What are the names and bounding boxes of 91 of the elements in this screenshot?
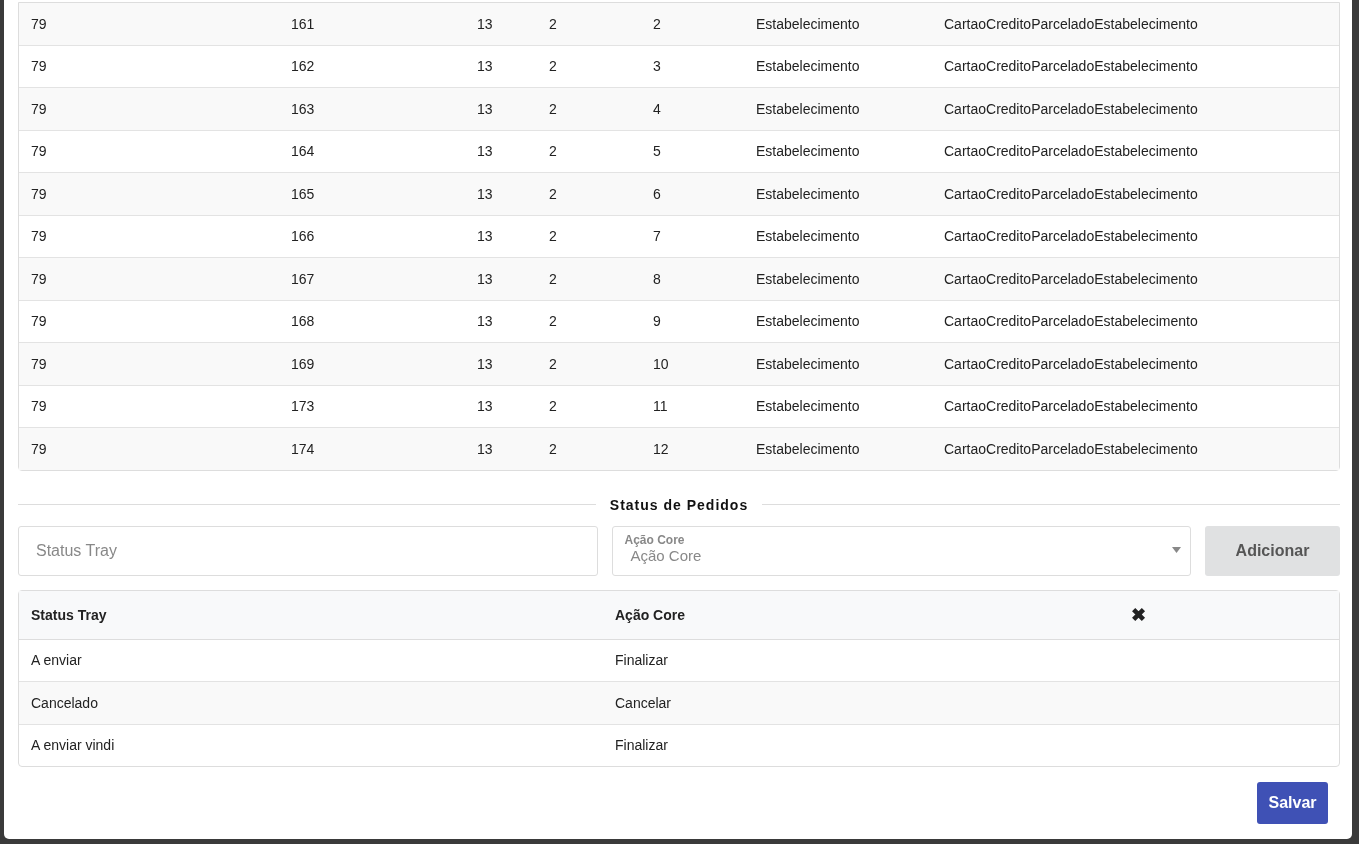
table-cell-text: 162 xyxy=(290,58,316,75)
table-cell-text: 165 xyxy=(290,185,316,202)
table-cell-text: Estabelecimento xyxy=(755,100,861,117)
table-cell-text: 79 xyxy=(30,100,48,117)
table-cell-text: 13 xyxy=(476,58,494,75)
caret-icon xyxy=(1172,546,1181,553)
column-header: Status Tray xyxy=(31,606,107,623)
table-cell-text: 169 xyxy=(290,355,316,372)
table-cell-text: 168 xyxy=(290,313,316,330)
table-cell-text: 2 xyxy=(548,270,558,287)
column-header: Ação Core xyxy=(615,606,686,623)
table-cell-text: 13 xyxy=(476,440,494,457)
table-cell-text: CartaoCreditoParceladoEstabelecimento xyxy=(943,185,1199,202)
action-select-field[interactable]: Ação Core Ação Core xyxy=(611,525,1191,576)
table-cell-text: 2 xyxy=(548,100,558,117)
table-cell-text: Cancelado xyxy=(30,694,98,711)
table-cell-text: 13 xyxy=(476,143,494,160)
table-cell-text: 164 xyxy=(290,143,316,160)
table-cell-text: CartaoCreditoParceladoEstabelecimento xyxy=(943,313,1199,330)
table-cell-text: 10 xyxy=(652,355,670,372)
table-cell-text: 12 xyxy=(652,440,670,457)
table-cell-text: 2 xyxy=(548,398,558,415)
table-cell-text: 161 xyxy=(290,15,316,32)
table-cell-text: Estabelecimento xyxy=(755,143,861,160)
table-cell-text: 79 xyxy=(30,355,48,372)
table-cell-text: 8 xyxy=(652,270,662,287)
table-cell-text: CartaoCreditoParceladoEstabelecimento xyxy=(943,355,1199,372)
table-cell-text: 13 xyxy=(476,15,494,32)
table-cell-text: 13 xyxy=(476,398,494,415)
table-cell-text: 11 xyxy=(652,398,669,415)
table-cell-text: 2 xyxy=(548,185,558,202)
table-cell-text: 2 xyxy=(548,440,558,457)
table-cell-text: 166 xyxy=(290,228,316,245)
table-cell-text: Estabelecimento xyxy=(755,15,861,32)
table-cell-text: 2 xyxy=(548,228,558,245)
table-cell-text: 79 xyxy=(30,270,48,287)
table-cell-text: 3 xyxy=(652,58,662,75)
table-cell-text: Estabelecimento xyxy=(755,355,861,372)
table-cell-text: 2 xyxy=(652,15,662,32)
table-cell-text: 13 xyxy=(476,355,494,372)
table-cell-text: 79 xyxy=(30,58,48,75)
table-cell-text: CartaoCreditoParceladoEstabelecimento xyxy=(943,100,1199,117)
table-cell-text: 13 xyxy=(476,100,494,117)
table-cell-text: CartaoCreditoParceladoEstabelecimento xyxy=(943,440,1199,457)
table-cell-text: 167 xyxy=(290,270,316,287)
table-cell-text: Estabelecimento xyxy=(755,228,861,245)
table-cell-text: 2 xyxy=(548,143,558,160)
table-cell-text: 79 xyxy=(30,15,48,32)
table-cell-text: 13 xyxy=(476,185,494,202)
table-cell-text: 173 xyxy=(290,398,316,415)
table-cell-text: 79 xyxy=(30,398,48,415)
status-input-field[interactable]: Status Tray xyxy=(18,525,598,576)
table-cell-text: Estabelecimento xyxy=(755,313,861,330)
table-cell-text: Estabelecimento xyxy=(755,58,861,75)
table-cell-text: 79 xyxy=(30,313,48,330)
table-cell-text: Finalizar xyxy=(614,652,668,669)
table-cell-text: 79 xyxy=(30,440,48,457)
table-cell-text: A enviar vindi xyxy=(30,737,115,754)
table-cell-text: 4 xyxy=(652,100,662,117)
table-cell-text: CartaoCreditoParceladoEstabelecimento xyxy=(943,398,1199,415)
table-cell-text: 174 xyxy=(290,440,316,457)
table-cell-text: 2 xyxy=(548,15,558,32)
delete-column-header: ✖ xyxy=(1131,603,1146,626)
table-cell-text: 13 xyxy=(476,313,494,330)
table-cell-text: Estabelecimento xyxy=(755,270,861,287)
table-cell-text: 9 xyxy=(652,313,662,330)
table-cell-text: CartaoCreditoParceladoEstabelecimento xyxy=(943,58,1199,75)
table-cell-text: CartaoCreditoParceladoEstabelecimento xyxy=(943,228,1199,245)
table-cell-text: 79 xyxy=(30,143,48,160)
table-cell-text: Estabelecimento xyxy=(755,185,861,202)
table-cell-text: 13 xyxy=(476,228,494,245)
table-cell-text: 79 xyxy=(30,185,48,202)
save-button[interactable]: Salvar xyxy=(1257,782,1328,824)
table-cell-text: 2 xyxy=(548,58,558,75)
table-cell-text: 13 xyxy=(476,270,494,287)
table-cell-text: Cancelar xyxy=(614,694,672,711)
table-cell-text: 6 xyxy=(652,185,662,202)
table-cell-text: A enviar xyxy=(30,652,82,669)
table-cell-text: Finalizar xyxy=(614,737,668,754)
table-cell-text: CartaoCreditoParceladoEstabelecimento xyxy=(943,143,1199,160)
table-cell-text: 79 xyxy=(30,228,48,245)
table-cell-text: Estabelecimento xyxy=(755,440,861,457)
table-cell-text: 2 xyxy=(548,313,558,330)
section-title: Status de Pedidos xyxy=(609,496,749,513)
table-cell-text: CartaoCreditoParceladoEstabelecimento xyxy=(943,15,1199,32)
table-cell-text: 5 xyxy=(652,143,662,160)
table-cell-text: 163 xyxy=(290,100,316,117)
table-cell-text: Estabelecimento xyxy=(755,398,861,415)
table-cell-text: CartaoCreditoParceladoEstabelecimento xyxy=(943,270,1199,287)
table-cell-text: 7 xyxy=(652,228,662,245)
table-cell-text: 2 xyxy=(548,355,558,372)
